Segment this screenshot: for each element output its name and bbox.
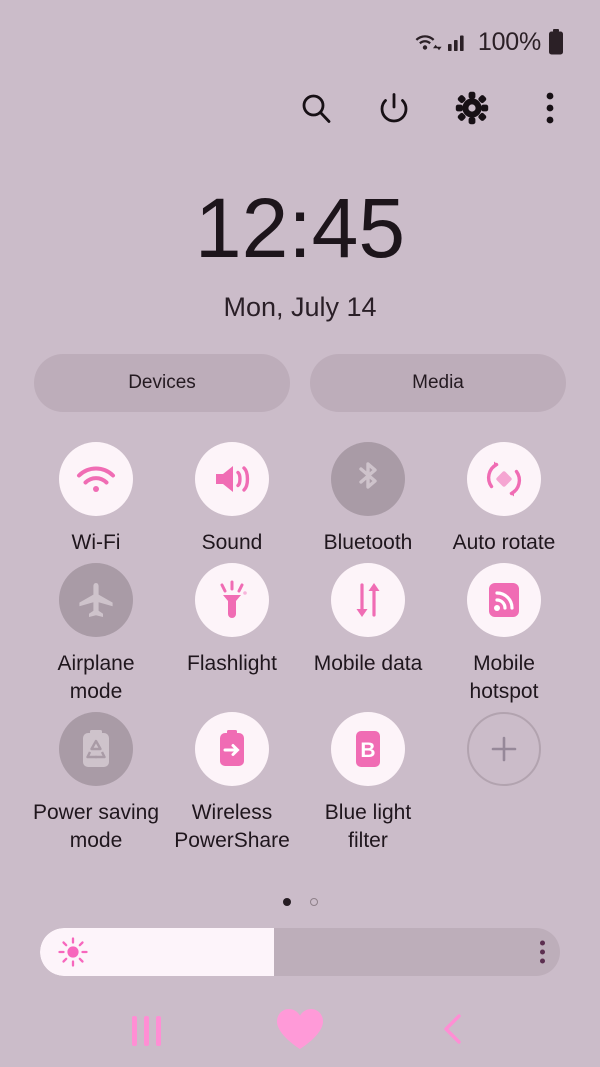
home-heart-icon (272, 1004, 328, 1059)
status-bar: 100% (0, 0, 600, 84)
quick-tile-label: Mobile hotspot (469, 652, 539, 703)
media-button[interactable]: Media (310, 354, 566, 412)
mobile-hotspot-icon (467, 563, 541, 637)
quick-tile-mobile-hotspot[interactable]: Mobile hotspot (436, 563, 572, 706)
mobile-data-icon (331, 563, 405, 637)
quick-tile-label: Bluetooth (323, 531, 413, 554)
quick-tile-label: Mobile data (313, 652, 423, 675)
clock-time: 12:45 (194, 181, 406, 275)
recents-button[interactable] (112, 1003, 182, 1059)
quick-tile-wifi[interactable]: Wi-Fi (28, 442, 164, 557)
quick-tile-label: Wi-Fi (71, 531, 121, 554)
clock-date: Mon, July 14 (223, 292, 377, 322)
cellular-signal-icon (447, 31, 469, 53)
devices-button[interactable]: Devices (34, 354, 290, 412)
sound-icon (195, 442, 269, 516)
brightness-slider[interactable] (40, 928, 560, 976)
quick-tile-label: Auto rotate (452, 531, 556, 554)
back-button[interactable] (418, 1003, 488, 1059)
search-button[interactable] (294, 88, 338, 132)
power-button[interactable] (372, 88, 416, 132)
quick-settings-panel: 100% 12:45 Mon, July 14 Devices Media Wi… (0, 0, 600, 1067)
clock-widget[interactable]: 12:45 Mon, July 14 (0, 186, 600, 323)
airplane-icon (59, 563, 133, 637)
power-saving-icon (59, 712, 133, 786)
quick-tile-power-saving-mode[interactable]: Power saving mode (28, 712, 164, 855)
quick-tile-label: Wireless PowerShare (174, 801, 290, 852)
quick-tile-mobile-data[interactable]: Mobile data (300, 563, 436, 706)
wifi-icon (59, 442, 133, 516)
navigation-bar (0, 995, 600, 1067)
quick-tile-auto-rotate[interactable]: Auto rotate (436, 442, 572, 557)
quick-tile-label: Sound (201, 531, 263, 554)
powershare-icon (195, 712, 269, 786)
brightness-sun-icon (58, 937, 88, 967)
wifi-data-icon (415, 30, 442, 54)
quick-tile-label: Airplane mode (57, 652, 135, 703)
devices-media-row: Devices Media (34, 354, 566, 412)
svg-text:B: B (360, 739, 375, 762)
auto-rotate-icon (467, 442, 541, 516)
quick-tile-label: Blue light filter (324, 801, 412, 852)
power-icon (377, 91, 411, 130)
quick-tile-flashlight[interactable]: Flashlight (164, 563, 300, 706)
page-dot-2[interactable] (309, 898, 318, 906)
panel-header-actions (294, 88, 572, 132)
back-chevron-icon (438, 1011, 468, 1052)
home-button[interactable] (265, 1003, 335, 1059)
more-options-icon (545, 91, 555, 130)
quick-tile-airplane-mode[interactable]: Airplane mode (28, 563, 164, 706)
quick-tile-blue-light-filter[interactable]: B Blue light filter (300, 712, 436, 855)
bluetooth-icon (331, 442, 405, 516)
more-options-button[interactable] (528, 88, 572, 132)
battery-percent-label: 100% (477, 27, 541, 56)
blue-light-icon: B (331, 712, 405, 786)
quick-settings-grid: Wi-Fi Sound Bluetooth Auto rotate Airpla… (28, 442, 572, 855)
quick-tile-label: Power saving mode (32, 801, 160, 852)
brightness-options-icon[interactable] (540, 940, 545, 964)
page-indicator (0, 898, 600, 906)
quick-tile-bluetooth[interactable]: Bluetooth (300, 442, 436, 557)
settings-button[interactable] (450, 88, 494, 132)
quick-tile-add-button[interactable] (436, 712, 572, 855)
quick-tile-wireless-powershare[interactable]: Wireless PowerShare (164, 712, 300, 855)
recents-icon (132, 1016, 162, 1046)
plus-icon (467, 712, 541, 786)
quick-tile-sound[interactable]: Sound (164, 442, 300, 557)
settings-gear-icon (455, 91, 489, 130)
page-dot-1[interactable] (282, 898, 291, 906)
flashlight-icon (195, 563, 269, 637)
quick-tile-label: Flashlight (187, 652, 277, 675)
battery-full-icon (548, 29, 564, 55)
search-icon (299, 91, 333, 130)
